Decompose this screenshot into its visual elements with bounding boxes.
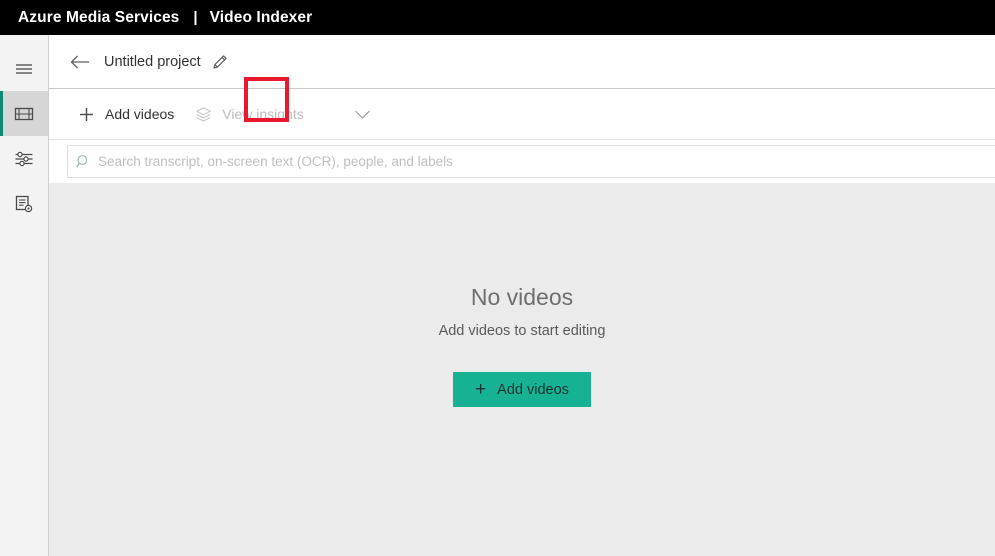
empty-state-add-videos-button[interactable]: + Add videos — [453, 372, 591, 407]
empty-state-add-videos-label: Add videos — [497, 381, 569, 398]
sidebar-item-media[interactable] — [0, 91, 48, 136]
sidebar-item-model-customization[interactable] — [0, 181, 48, 226]
app-shell: Untitled project Add videos View insight… — [0, 35, 995, 556]
page-title: Untitled project — [104, 53, 201, 70]
search-input[interactable] — [98, 154, 995, 169]
film-strip-icon — [13, 103, 35, 125]
chevron-down-icon — [355, 110, 371, 119]
product-section-title: Video Indexer — [209, 8, 313, 26]
plus-icon: + — [475, 379, 487, 400]
project-toolbar: Add videos View insights — [49, 89, 995, 140]
empty-state-title: No videos — [470, 284, 574, 310]
view-insights-label: View insights — [222, 106, 304, 122]
search-row — [49, 140, 995, 183]
back-button[interactable] — [67, 49, 93, 75]
empty-state-subtitle: Add videos to start editing — [438, 323, 606, 339]
sidebar-item-settings[interactable] — [0, 136, 48, 181]
brand-separator: | — [193, 9, 198, 26]
sliders-icon — [13, 148, 35, 170]
main-content: Untitled project Add videos View insight… — [49, 35, 995, 556]
search-box[interactable] — [67, 145, 995, 178]
hamburger-menu-icon — [13, 58, 35, 80]
plus-icon — [77, 105, 95, 123]
view-insights-button[interactable]: View insights — [184, 97, 313, 131]
add-videos-button[interactable]: Add videos — [67, 97, 184, 131]
add-videos-label: Add videos — [105, 106, 175, 122]
search-icon — [68, 154, 98, 169]
arrow-left-icon — [70, 55, 89, 68]
document-gear-icon — [13, 193, 35, 215]
videos-empty-state: No videos Add videos to start editing + … — [49, 183, 995, 556]
toolbar-overflow-button[interactable] — [346, 97, 380, 131]
left-nav-rail — [0, 35, 49, 556]
brand-title: Azure Media Services — [18, 8, 180, 26]
top-brand-bar: Azure Media Services | Video Indexer — [0, 0, 995, 35]
project-header: Untitled project — [49, 35, 995, 122]
edit-project-name-button[interactable] — [203, 44, 239, 80]
pencil-icon — [213, 55, 227, 69]
sidebar-item-menu[interactable] — [0, 46, 48, 91]
layers-icon — [194, 105, 212, 123]
